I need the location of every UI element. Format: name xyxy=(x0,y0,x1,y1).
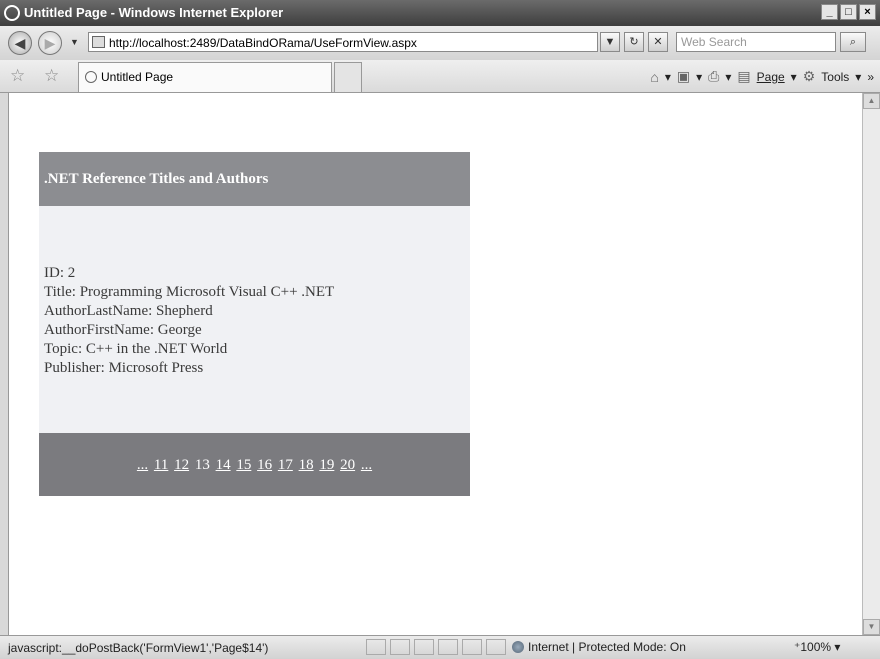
tools-gear-icon: ⚙ xyxy=(802,68,816,84)
zoom-level: 100% xyxy=(800,640,832,654)
field-author-first-name: AuthorFirstName: George xyxy=(44,322,202,338)
page-menu-button[interactable]: Page xyxy=(757,70,785,84)
tools-dropdown-icon[interactable]: ▾ xyxy=(855,70,861,84)
status-bar: javascript:__doPostBack('FormView1','Pag… xyxy=(0,635,880,659)
feeds-icon[interactable]: ▣ xyxy=(677,68,690,85)
pager-page-link[interactable]: 11 xyxy=(154,457,168,473)
field-author-last-name: AuthorLastName: Shepherd xyxy=(44,303,213,319)
print-dropdown-icon[interactable]: ▾ xyxy=(725,70,731,84)
formview-header: .NET Reference Titles and Authors xyxy=(39,152,470,206)
search-input[interactable]: Web Search xyxy=(676,32,836,52)
window-controls: _ □ × xyxy=(821,4,876,20)
maximize-button[interactable]: □ xyxy=(840,4,857,20)
pager-page-link[interactable]: 18 xyxy=(299,457,314,473)
field-publisher: Publisher: Microsoft Press xyxy=(44,360,204,376)
window-title: Untitled Page - Windows Internet Explore… xyxy=(24,5,284,20)
pager-page-link[interactable]: 12 xyxy=(174,457,189,473)
status-cell xyxy=(462,639,482,655)
new-tab-button[interactable] xyxy=(334,62,362,92)
print-icon[interactable]: ⎙ xyxy=(708,68,719,85)
tab-bar: ☆ ☆ Untitled Page ⌂ ▾ ▣ ▾ ⎙ ▾ ▤ Page ▾ ⚙ Tools… xyxy=(0,60,880,93)
field-title: Title: Programming Microsoft Visual C++ … xyxy=(44,284,335,300)
url-text: http://localhost:2489/DataBindORama/UseF… xyxy=(109,36,417,50)
tab-title: Untitled Page xyxy=(101,70,174,84)
refresh-button[interactable]: ↻ xyxy=(624,32,644,52)
status-cell xyxy=(366,639,386,655)
tab-page-icon xyxy=(85,71,97,83)
url-field[interactable]: http://localhost:2489/DataBindORama/UseF… xyxy=(88,32,598,52)
scroll-up-arrow-icon[interactable]: ▲ xyxy=(863,93,880,109)
pager-page-link[interactable]: 19 xyxy=(319,457,334,473)
field-topic: Topic: C++ in the .NET World xyxy=(44,341,228,357)
feeds-dropdown-icon[interactable]: ▾ xyxy=(696,70,702,84)
pager-page-link[interactable]: 20 xyxy=(340,457,355,473)
status-cell xyxy=(486,639,506,655)
pager-page-link[interactable]: 16 xyxy=(257,457,272,473)
scroll-down-arrow-icon[interactable]: ▼ xyxy=(863,619,880,635)
command-bar: ⌂ ▾ ▣ ▾ ⎙ ▾ ▤ Page ▾ ⚙ Tools ▾ » xyxy=(650,68,874,85)
minimize-button[interactable]: _ xyxy=(821,4,838,20)
page-viewport: .NET Reference Titles and Authors ID: 2 … xyxy=(8,93,863,635)
page-dropdown-icon[interactable]: ▾ xyxy=(791,70,797,84)
pager-current-page: 13 xyxy=(194,457,210,473)
chevron-more-icon[interactable]: » xyxy=(867,70,874,84)
forward-button[interactable]: ▶ xyxy=(38,31,62,55)
pager-page-link[interactable]: 15 xyxy=(236,457,251,473)
title-bar: Untitled Page - Windows Internet Explore… xyxy=(0,0,880,26)
home-dropdown-icon[interactable]: ▾ xyxy=(665,70,671,84)
home-icon[interactable]: ⌂ xyxy=(650,69,658,85)
record-fields: ID: 2 Title: Programming Microsoft Visua… xyxy=(44,264,334,378)
status-cell xyxy=(390,639,410,655)
pager-next-link[interactable]: ... xyxy=(361,457,372,473)
formview-pager: ... 11 12 13 14 15 16 17 18 19 20 ... xyxy=(39,433,470,496)
security-zone[interactable]: Internet | Protected Mode: On xyxy=(512,640,686,654)
status-cell xyxy=(414,639,434,655)
stop-button[interactable]: ✕ xyxy=(648,32,668,52)
search-button[interactable]: ⌕ xyxy=(840,32,866,52)
url-dropdown-button[interactable]: ▼ xyxy=(600,32,620,52)
tab-untitled-page[interactable]: Untitled Page xyxy=(78,62,332,92)
ie-logo-icon xyxy=(4,5,20,21)
favorites-star-icon[interactable]: ☆ xyxy=(10,66,25,86)
zoom-control[interactable]: ⁺100% ▾ xyxy=(794,640,840,654)
status-cell xyxy=(438,639,458,655)
status-text: javascript:__doPostBack('FormView1','Pag… xyxy=(8,641,269,655)
close-button[interactable]: × xyxy=(859,4,876,20)
page-icon xyxy=(92,36,105,48)
zone-text: Internet | Protected Mode: On xyxy=(528,640,686,654)
pager-prev-link[interactable]: ... xyxy=(137,457,148,473)
formview-body: ID: 2 Title: Programming Microsoft Visua… xyxy=(39,206,470,433)
add-favorites-icon[interactable]: ☆ xyxy=(44,66,59,86)
history-dropdown-icon[interactable]: ▼ xyxy=(70,37,79,47)
pager-page-link[interactable]: 14 xyxy=(216,457,231,473)
pager-page-link[interactable]: 17 xyxy=(278,457,293,473)
page-menu-icon: ▤ xyxy=(737,68,751,84)
back-button[interactable]: ◀ xyxy=(8,31,32,55)
field-id: ID: 2 xyxy=(44,265,76,281)
vertical-scrollbar[interactable]: ▲ ▼ xyxy=(862,93,880,635)
form-view: .NET Reference Titles and Authors ID: 2 … xyxy=(39,152,470,496)
tools-menu-button[interactable]: Tools xyxy=(821,70,849,84)
address-bar: ◀ ▶ ▼ http://localhost:2489/DataBindORam… xyxy=(0,26,880,61)
globe-icon xyxy=(512,641,524,653)
